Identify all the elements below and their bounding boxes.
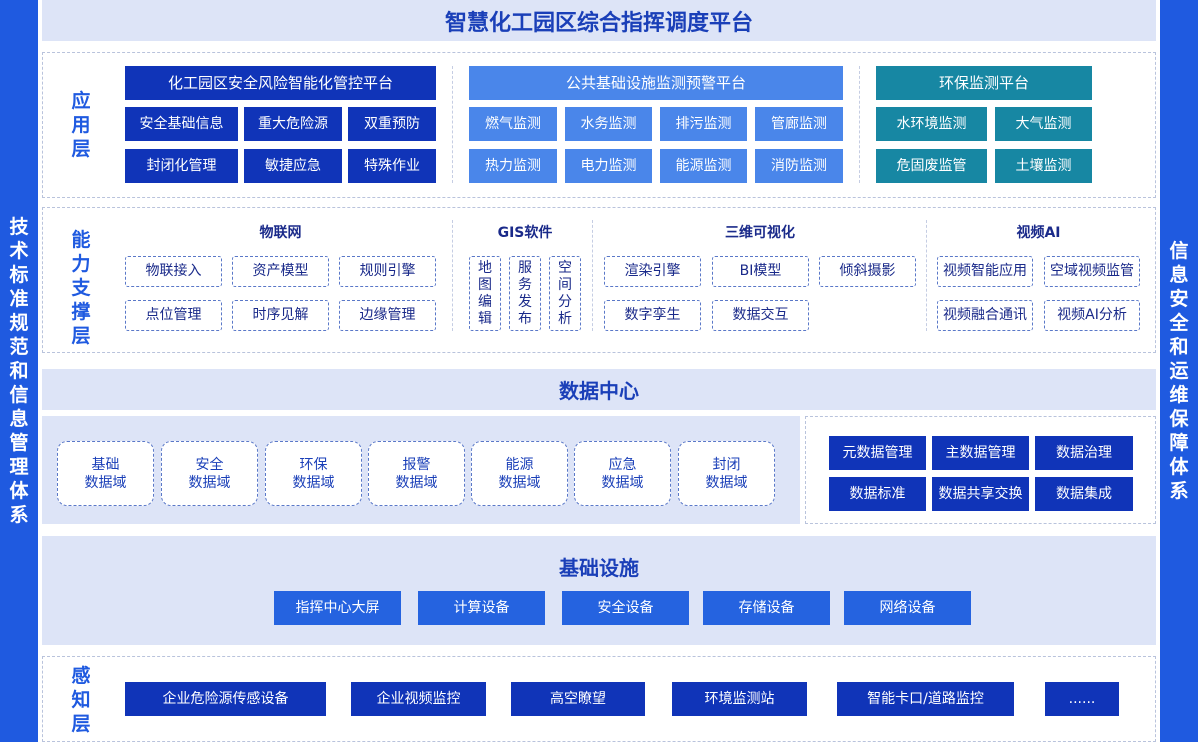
perception-item: 环境监测站 [672,682,807,716]
capability-item: 视频融合通讯 [937,300,1033,331]
viz3d-heading: 三维可视化 [725,225,795,241]
application-layer-label: 应用层 [71,90,91,160]
left-side-bar: 技术标准规范和信息管理体系 [0,0,38,742]
perception-item: 企业视频监控 [351,682,486,716]
capability-item: 倾斜摄影 [819,256,916,287]
perception-item: 智能卡口/道路监控 [837,682,1014,716]
perception-item: 高空瞭望 [511,682,645,716]
app-group-infra-title: 公共基础设施监测预警平台 [469,66,843,100]
page-title: 智慧化工园区综合指挥调度平台 [42,0,1156,41]
app-item: 电力监测 [565,149,652,183]
right-side-bar: 信息安全和运维保障体系 [1160,0,1198,742]
capability-item: 视频AI分析 [1044,300,1140,331]
app-item: 敏捷应急 [244,149,342,183]
capability-item: 资产模型 [232,256,329,287]
app-item: 能源监测 [660,149,747,183]
capability-item: 视频智能应用 [937,256,1033,287]
data-domain: 环保 数据域 [265,441,362,506]
divider [452,220,453,331]
app-item: 热力监测 [469,149,557,183]
capability-item: 数字孪生 [604,300,701,331]
app-item: 燃气监测 [469,107,557,141]
left-side-label: 技术标准规范和信息管理体系 [9,216,29,526]
data-domain: 应急 数据域 [574,441,671,506]
divider [926,220,927,331]
capability-item: 物联接入 [125,256,222,287]
capability-item: 规则引擎 [339,256,436,287]
divider [452,66,453,183]
perception-layer-label: 感知层 [71,665,91,735]
data-domain: 能源 数据域 [471,441,568,506]
capability-layer-label: 能力支撑层 [71,229,91,347]
app-item: 双重预防 [348,107,436,141]
iot-heading: 物联网 [259,225,302,241]
data-domain: 基础 数据域 [57,441,154,506]
app-item: 大气监测 [995,107,1092,141]
app-item: 重大危险源 [244,107,342,141]
data-domain: 报警 数据域 [368,441,465,506]
data-management-item: 数据治理 [1035,436,1133,470]
capability-item: 空域视频监管 [1044,256,1140,287]
capability-item: BI模型 [712,256,809,287]
perception-item-more: ...... [1045,682,1119,716]
capability-item: 时序见解 [232,300,329,331]
perception-item: 企业危险源传感设备 [125,682,326,716]
capability-item: 数据交互 [712,300,809,331]
app-group-safety-title: 化工园区安全风险智能化管控平台 [125,66,436,100]
infrastructure-title: 基础设施 [559,556,639,580]
capability-item: 地图编辑 [469,256,501,331]
infrastructure-item: 安全设备 [562,591,689,625]
capability-item: 空间分析 [549,256,581,331]
data-management-item: 数据共享交换 [932,477,1029,511]
data-domain: 安全 数据域 [161,441,258,506]
data-management-item: 数据集成 [1035,477,1133,511]
divider [859,66,860,183]
right-side-label: 信息安全和运维保障体系 [1169,240,1189,502]
capability-item: 点位管理 [125,300,222,331]
video-heading: 视频AI [1016,225,1061,241]
app-item: 危固废监管 [876,149,987,183]
app-item: 封闭化管理 [125,149,238,183]
data-management-item: 元数据管理 [829,436,926,470]
gis-heading: GIS软件 [497,225,553,241]
data-center-title: 数据中心 [42,369,1156,410]
data-management-item: 数据标准 [829,477,926,511]
app-item: 特殊作业 [348,149,436,183]
app-item: 排污监测 [660,107,747,141]
divider [592,220,593,331]
data-management-item: 主数据管理 [932,436,1029,470]
infrastructure-item: 计算设备 [418,591,545,625]
app-group-env-title: 环保监测平台 [876,66,1092,100]
app-item: 土壤监测 [995,149,1092,183]
capability-item: 渲染引擎 [604,256,701,287]
capability-item: 服务发布 [509,256,541,331]
capability-item: 边缘管理 [339,300,436,331]
infrastructure-item: 网络设备 [844,591,971,625]
app-item: 消防监测 [755,149,843,183]
data-domain: 封闭 数据域 [678,441,775,506]
infrastructure-item: 存储设备 [703,591,830,625]
app-item: 安全基础信息 [125,107,238,141]
app-item: 水务监测 [565,107,652,141]
app-item: 管廊监测 [755,107,843,141]
infrastructure-item: 指挥中心大屏 [274,591,401,625]
app-item: 水环境监测 [876,107,987,141]
